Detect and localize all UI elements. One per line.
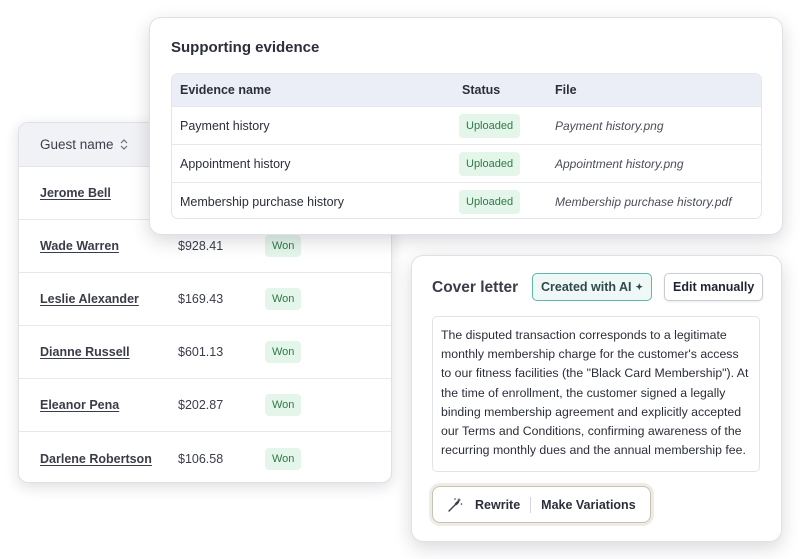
status-badge: Won bbox=[265, 341, 302, 363]
evidence-row: Payment history Uploaded Payment history… bbox=[172, 106, 761, 144]
evidence-name: Membership purchase history bbox=[180, 194, 344, 209]
table-row: Eleanor Pena $202.87 Won bbox=[19, 379, 391, 432]
amount-cell: $202.87 bbox=[178, 398, 224, 412]
status-badge: Won bbox=[265, 288, 302, 310]
status-badge: Uploaded bbox=[459, 189, 521, 214]
column-header-file: File bbox=[555, 83, 577, 97]
guest-name-link[interactable]: Leslie Alexander bbox=[40, 292, 139, 306]
column-header-guest-name[interactable]: Guest name bbox=[40, 137, 114, 152]
sort-icon[interactable] bbox=[120, 139, 128, 150]
guest-name-link[interactable]: Wade Warren bbox=[40, 239, 119, 253]
evidence-title: Supporting evidence bbox=[171, 39, 320, 56]
evidence-row: Membership purchase history Uploaded Mem… bbox=[172, 182, 761, 218]
evidence-file-link[interactable]: Membership purchase history.pdf bbox=[555, 195, 732, 209]
table-row: Dianne Russell $601.13 Won bbox=[19, 326, 391, 379]
supporting-evidence-card: Supporting evidence Evidence name Status… bbox=[149, 17, 783, 235]
evidence-table-header: Evidence name Status File bbox=[172, 74, 761, 106]
guest-name-link[interactable]: Eleanor Pena bbox=[40, 398, 119, 412]
make-variations-button[interactable]: Make Variations bbox=[541, 498, 636, 512]
evidence-row: Appointment history Uploaded Appointment… bbox=[172, 144, 761, 182]
guest-name-link[interactable]: Dianne Russell bbox=[40, 345, 130, 359]
table-row: Leslie Alexander $169.43 Won bbox=[19, 273, 391, 326]
created-with-ai-badge: Created with AI ✦ bbox=[532, 273, 653, 301]
evidence-file-link[interactable]: Payment history.png bbox=[555, 119, 664, 133]
amount-cell: $169.43 bbox=[178, 292, 224, 306]
sparkle-icon: ✦ bbox=[635, 281, 644, 292]
column-header-evidence-name: Evidence name bbox=[180, 83, 272, 97]
cover-letter-card: Cover letter Created with AI ✦ Edit manu… bbox=[411, 255, 782, 542]
column-header-status: Status bbox=[462, 83, 501, 97]
table-row: Darlene Robertson $106.58 Won bbox=[19, 432, 391, 482]
amount-cell: $601.13 bbox=[178, 345, 224, 359]
evidence-file-link[interactable]: Appointment history.png bbox=[555, 157, 684, 171]
ai-rewrite-toolbar: Rewrite Make Variations bbox=[432, 486, 651, 523]
amount-cell: $928.41 bbox=[178, 239, 224, 253]
ai-badge-label: Created with AI bbox=[541, 280, 632, 294]
toolbar-divider bbox=[530, 496, 532, 513]
evidence-table: Evidence name Status File Payment histor… bbox=[171, 73, 762, 219]
status-badge: Won bbox=[265, 394, 302, 416]
evidence-name: Appointment history bbox=[180, 156, 291, 171]
status-badge: Won bbox=[265, 235, 302, 257]
evidence-name: Payment history bbox=[180, 118, 270, 133]
edit-manually-button[interactable]: Edit manually bbox=[664, 273, 764, 301]
amount-cell: $106.58 bbox=[178, 451, 224, 466]
cover-letter-text[interactable]: The disputed transaction corresponds to … bbox=[432, 316, 760, 472]
guest-name-link[interactable]: Darlene Robertson bbox=[40, 452, 152, 466]
status-badge: Uploaded bbox=[459, 151, 521, 176]
cover-letter-title: Cover letter bbox=[432, 279, 519, 296]
status-badge: Uploaded bbox=[459, 113, 521, 138]
rewrite-button[interactable]: Rewrite bbox=[475, 498, 520, 512]
guest-name-link[interactable]: Jerome Bell bbox=[40, 186, 111, 200]
magic-wand-icon bbox=[447, 497, 463, 513]
status-badge: Won bbox=[265, 447, 302, 470]
